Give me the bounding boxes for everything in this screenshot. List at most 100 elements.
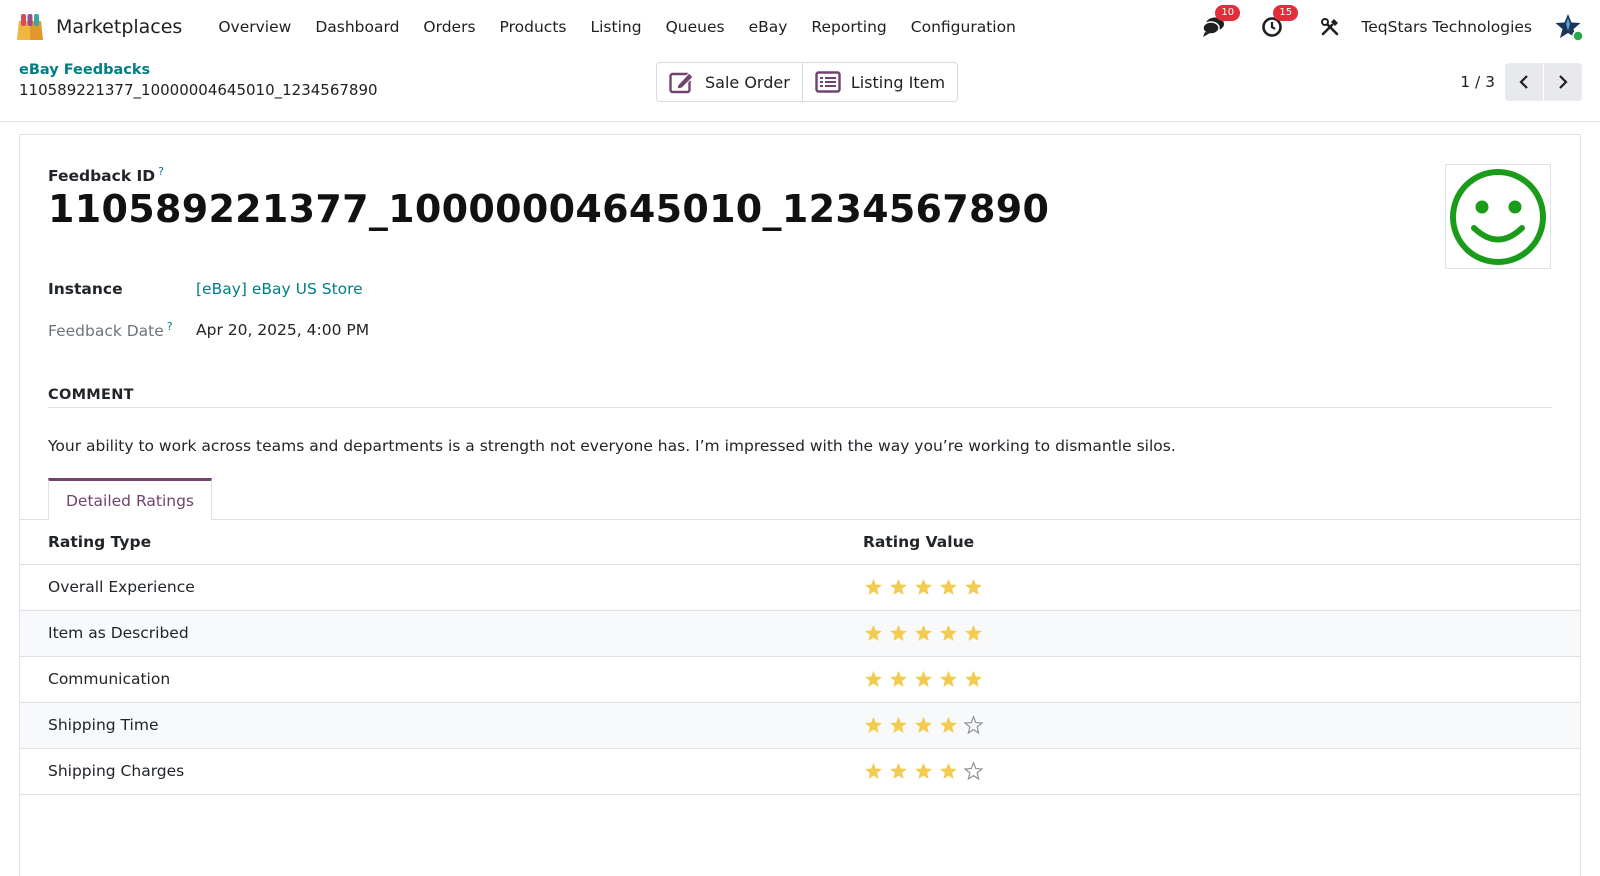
rating-type-cell: Item as Described <box>20 610 835 657</box>
star-filled-icon[interactable] <box>913 577 934 598</box>
menu-products[interactable]: Products <box>488 18 579 36</box>
listing-item-button[interactable]: Listing Item <box>801 63 957 101</box>
smart-buttons: Sale Order Listing Item <box>656 62 959 102</box>
menu-ebay[interactable]: eBay <box>737 18 800 36</box>
messages-button[interactable]: 10 <box>1201 5 1241 40</box>
user-avatar[interactable] <box>1554 12 1584 42</box>
feedback-id-label: Feedback ID? <box>48 165 164 185</box>
company-switcher[interactable]: TeqStars Technologies <box>1361 18 1532 36</box>
rating-value-cell <box>835 610 1580 657</box>
smiley-face-icon <box>1450 168 1546 265</box>
star-filled-icon[interactable] <box>888 715 909 736</box>
star-filled-icon[interactable] <box>863 761 884 782</box>
sentiment-image <box>1445 164 1551 269</box>
star-avatar-icon <box>1555 14 1584 42</box>
tab-detailed-ratings[interactable]: Detailed Ratings <box>48 478 212 521</box>
chevron-left-icon <box>1519 75 1528 89</box>
star-filled-icon[interactable] <box>888 669 909 690</box>
feedback-id-label-text: Feedback ID <box>48 167 156 186</box>
sale-order-button[interactable]: Sale Order <box>657 63 802 101</box>
star-filled-icon[interactable] <box>913 761 934 782</box>
rating-value-cell <box>835 702 1580 749</box>
table-row[interactable]: Item as Described <box>20 610 1580 657</box>
star-rating[interactable] <box>863 760 1580 782</box>
star-filled-icon[interactable] <box>913 715 934 736</box>
list-alt-icon <box>815 71 841 93</box>
star-filled-icon[interactable] <box>913 623 934 644</box>
star-filled-icon[interactable] <box>938 623 959 644</box>
breadcrumb-parent-link[interactable]: eBay Feedbacks <box>19 62 378 78</box>
star-empty-icon[interactable] <box>963 760 984 782</box>
star-rating[interactable] <box>863 714 1580 736</box>
pager-previous-button[interactable] <box>1505 63 1543 101</box>
table-row[interactable]: Shipping Charges <box>20 748 1580 795</box>
star-rating[interactable] <box>863 577 1580 598</box>
rating-type-cell: Overall Experience <box>20 564 835 611</box>
pager-value[interactable]: 1 / 3 <box>1460 73 1495 91</box>
menu-dashboard[interactable]: Dashboard <box>303 18 411 36</box>
feedback-date-label: Feedback Date? <box>48 320 196 340</box>
star-filled-icon[interactable] <box>888 623 909 644</box>
star-filled-icon[interactable] <box>963 577 984 598</box>
star-rating[interactable] <box>863 623 1580 644</box>
rating-value-cell <box>835 748 1580 795</box>
marketplaces-app-icon[interactable] <box>16 12 44 42</box>
sale-order-label: Sale Order <box>705 72 790 92</box>
debug-tools-button[interactable] <box>1317 14 1343 40</box>
comment-text: Your ability to work across teams and de… <box>48 437 1176 455</box>
menu-reporting[interactable]: Reporting <box>799 18 898 36</box>
control-panel: eBay Feedbacks 110589221377_100000046450… <box>0 54 1600 122</box>
menu-listing[interactable]: Listing <box>578 18 653 36</box>
star-filled-icon[interactable] <box>888 577 909 598</box>
star-filled-icon[interactable] <box>888 761 909 782</box>
activities-button[interactable]: 15 <box>1259 5 1299 40</box>
star-filled-icon[interactable] <box>863 623 884 644</box>
star-rating[interactable] <box>863 669 1580 690</box>
column-header-rating-value[interactable]: Rating Value <box>835 520 1580 565</box>
instance-field: Instance [eBay] eBay US Store <box>48 280 363 298</box>
app-name[interactable]: Marketplaces <box>56 16 182 38</box>
help-tooltip-icon[interactable]: ? <box>158 165 164 178</box>
feedback-date-label-text: Feedback Date <box>48 322 164 341</box>
instance-link[interactable]: [eBay] eBay US Store <box>196 280 363 298</box>
listing-item-label: Listing Item <box>850 72 946 92</box>
feedback-date-value: Apr 20, 2025, 4:00 PM <box>196 321 370 340</box>
help-tooltip-icon[interactable]: ? <box>167 320 173 333</box>
rating-type-cell: Communication <box>20 656 835 703</box>
star-filled-icon[interactable] <box>963 669 984 690</box>
star-filled-icon[interactable] <box>938 669 959 690</box>
menu-queues[interactable]: Queues <box>654 18 737 36</box>
comment-section-header: COMMENT <box>48 387 1552 408</box>
form-sheet: Feedback ID? 110589221377_10000004645010… <box>19 134 1581 876</box>
star-filled-icon[interactable] <box>863 715 884 736</box>
main-menu: Overview Dashboard Orders Products Listi… <box>206 18 1028 36</box>
star-filled-icon[interactable] <box>938 715 959 736</box>
table-row[interactable]: Shipping Time <box>20 702 1580 749</box>
rating-value-cell <box>835 564 1580 611</box>
menu-configuration[interactable]: Configuration <box>899 18 1028 36</box>
tools-icon <box>1321 18 1339 36</box>
table-header-row: Rating Type Rating Value <box>20 520 1580 565</box>
menu-orders[interactable]: Orders <box>411 18 487 36</box>
navbar-systray: 10 15 TeqStars Technologies <box>1201 5 1584 42</box>
pager-next-button[interactable] <box>1544 63 1582 101</box>
star-filled-icon[interactable] <box>863 577 884 598</box>
star-filled-icon[interactable] <box>938 577 959 598</box>
star-empty-icon[interactable] <box>963 714 984 736</box>
rating-type-cell: Shipping Charges <box>20 748 835 795</box>
top-navbar: Marketplaces Overview Dashboard Orders P… <box>0 0 1600 54</box>
menu-overview[interactable]: Overview <box>206 18 303 36</box>
edit-document-icon <box>669 72 694 94</box>
table-row[interactable]: Overall Experience <box>20 564 1580 611</box>
feedback-date-field: Feedback Date? Apr 20, 2025, 4:00 PM <box>48 320 369 340</box>
ratings-table: Rating Type Rating Value Overall Experie… <box>20 520 1580 795</box>
star-filled-icon[interactable] <box>963 623 984 644</box>
star-filled-icon[interactable] <box>913 669 934 690</box>
record-title: 110589221377_10000004645010_1234567890 <box>48 187 1050 231</box>
table-row[interactable]: Communication <box>20 656 1580 703</box>
star-filled-icon[interactable] <box>863 669 884 690</box>
chevron-right-icon <box>1559 75 1568 89</box>
star-filled-icon[interactable] <box>938 761 959 782</box>
column-header-rating-type[interactable]: Rating Type <box>20 520 835 565</box>
notebook-tabs: Detailed Ratings <box>20 476 1580 521</box>
